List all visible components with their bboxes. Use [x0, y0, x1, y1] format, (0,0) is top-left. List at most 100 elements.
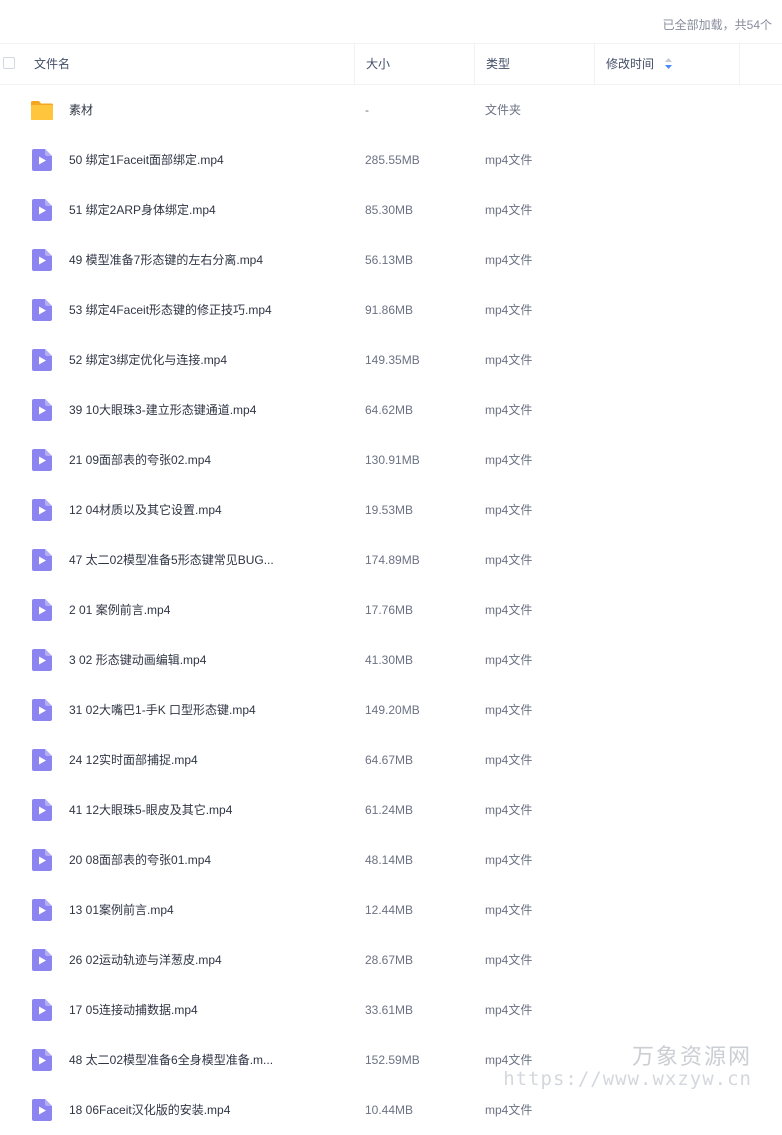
file-type: mp4文件: [485, 1003, 533, 1017]
top-status-bar: 已全部加载，共54个: [0, 0, 782, 44]
file-name[interactable]: 50 绑定1Faceit面部绑定.mp4: [69, 135, 339, 185]
file-type: mp4文件: [485, 453, 533, 467]
file-row[interactable]: 3 02 形态键动画编辑.mp4 41.30MB mp4文件: [0, 635, 782, 685]
video-file-icon: [32, 249, 52, 271]
file-name[interactable]: 52 绑定3绑定优化与连接.mp4: [69, 335, 339, 385]
video-file-icon: [32, 499, 52, 521]
file-type: mp4文件: [485, 1103, 533, 1117]
file-size: 64.62MB: [365, 403, 414, 417]
file-size: 149.20MB: [365, 703, 420, 717]
file-name[interactable]: 18 06Faceit汉化版的安装.mp4: [69, 1085, 339, 1135]
file-row[interactable]: 52 绑定3绑定优化与连接.mp4 149.35MB mp4文件: [0, 335, 782, 385]
video-file-icon: [32, 1099, 52, 1121]
file-size: -: [365, 103, 369, 117]
file-name[interactable]: 13 01案例前言.mp4: [69, 885, 339, 935]
file-row[interactable]: 12 04材质以及其它设置.mp4 19.53MB mp4文件: [0, 485, 782, 535]
video-file-icon: [32, 449, 52, 471]
file-size: 149.35MB: [365, 353, 420, 367]
file-row[interactable]: 31 02大嘴巴1-手K 口型形态键.mp4 149.20MB mp4文件: [0, 685, 782, 735]
file-name[interactable]: 2 01 案例前言.mp4: [69, 585, 339, 635]
file-row[interactable]: 47 太二02模型准备5形态键常见BUG... 174.89MB mp4文件: [0, 535, 782, 585]
video-file-icon: [32, 749, 52, 771]
file-row[interactable]: 26 02运动轨迹与洋葱皮.mp4 28.67MB mp4文件: [0, 935, 782, 985]
file-name[interactable]: 12 04材质以及其它设置.mp4: [69, 485, 339, 535]
file-type: mp4文件: [485, 653, 533, 667]
file-row[interactable]: 20 08面部表的夸张01.mp4 48.14MB mp4文件: [0, 835, 782, 885]
file-size: 56.13MB: [365, 253, 414, 267]
file-row[interactable]: 49 模型准备7形态键的左右分离.mp4 56.13MB mp4文件: [0, 235, 782, 285]
file-row[interactable]: 24 12实时面部捕捉.mp4 64.67MB mp4文件: [0, 735, 782, 785]
column-header-modified-label: 修改时间: [606, 57, 655, 71]
file-size: 285.55MB: [365, 153, 420, 167]
column-header-modified[interactable]: 修改时间: [594, 44, 740, 84]
file-name[interactable]: 48 太二02模型准备6全身模型准备.m...: [69, 1035, 339, 1085]
video-file-icon: [32, 699, 52, 721]
watermark-url: https://www.wxzyw.cn: [503, 1068, 752, 1090]
file-list-header: 文件名 大小 类型 修改时间: [0, 44, 782, 85]
select-all-checkbox[interactable]: [3, 57, 15, 69]
column-header-type[interactable]: 类型: [474, 44, 594, 84]
file-row[interactable]: 21 09面部表的夸张02.mp4 130.91MB mp4文件: [0, 435, 782, 485]
file-name[interactable]: 39 10大眼珠3-建立形态键通道.mp4: [69, 385, 339, 435]
video-file-icon: [32, 149, 52, 171]
file-size: 85.30MB: [365, 203, 414, 217]
file-row[interactable]: 50 绑定1Faceit面部绑定.mp4 285.55MB mp4文件: [0, 135, 782, 185]
video-file-icon: [32, 649, 52, 671]
column-header-name-label: 文件名: [34, 57, 71, 71]
file-size: 41.30MB: [365, 653, 414, 667]
video-file-icon: [32, 999, 52, 1021]
file-row[interactable]: 2 01 案例前言.mp4 17.76MB mp4文件: [0, 585, 782, 635]
sort-icon[interactable]: [665, 58, 673, 70]
column-header-size[interactable]: 大小: [354, 44, 474, 84]
file-name[interactable]: 3 02 形态键动画编辑.mp4: [69, 635, 339, 685]
file-row[interactable]: 素材 - 文件夹: [0, 85, 782, 135]
file-row[interactable]: 41 12大眼珠5-眼皮及其它.mp4 61.24MB mp4文件: [0, 785, 782, 835]
video-file-icon: [32, 1049, 52, 1071]
file-row[interactable]: 17 05连接动捕数据.mp4 33.61MB mp4文件: [0, 985, 782, 1035]
column-header-type-label: 类型: [486, 57, 511, 71]
file-type: mp4文件: [485, 253, 533, 267]
file-name[interactable]: 素材: [69, 85, 339, 135]
column-header-size-label: 大小: [366, 57, 391, 71]
file-row[interactable]: 51 绑定2ARP身体绑定.mp4 85.30MB mp4文件: [0, 185, 782, 235]
file-name[interactable]: 24 12实时面部捕捉.mp4: [69, 735, 339, 785]
file-name[interactable]: 47 太二02模型准备5形态键常见BUG...: [69, 535, 339, 585]
file-name[interactable]: 41 12大眼珠5-眼皮及其它.mp4: [69, 785, 339, 835]
file-name[interactable]: 20 08面部表的夸张01.mp4: [69, 835, 339, 885]
file-name[interactable]: 31 02大嘴巴1-手K 口型形态键.mp4: [69, 685, 339, 735]
video-file-icon: [32, 199, 52, 221]
file-name[interactable]: 21 09面部表的夸张02.mp4: [69, 435, 339, 485]
video-file-icon: [32, 599, 52, 621]
file-size: 19.53MB: [365, 503, 414, 517]
file-name[interactable]: 51 绑定2ARP身体绑定.mp4: [69, 185, 339, 235]
file-row[interactable]: 18 06Faceit汉化版的安装.mp4 10.44MB mp4文件: [0, 1085, 782, 1135]
file-name[interactable]: 26 02运动轨迹与洋葱皮.mp4: [69, 935, 339, 985]
file-size: 48.14MB: [365, 853, 414, 867]
column-header-name[interactable]: 文件名: [34, 44, 354, 84]
file-name[interactable]: 17 05连接动捕数据.mp4: [69, 985, 339, 1035]
load-status-text: 已全部加载，共54个: [662, 18, 772, 32]
file-type: mp4文件: [485, 403, 533, 417]
file-name[interactable]: 53 绑定4Faceit形态键的修正技巧.mp4: [69, 285, 339, 335]
video-file-icon: [32, 849, 52, 871]
file-size: 152.59MB: [365, 1053, 420, 1067]
video-file-icon: [32, 949, 52, 971]
file-size: 130.91MB: [365, 453, 420, 467]
video-file-icon: [32, 349, 52, 371]
file-size: 28.67MB: [365, 953, 414, 967]
file-list: 素材 - 文件夹 50 绑定1Faceit面部绑定.mp4 285.55MB mp4文件 5…: [0, 85, 782, 1135]
file-size: 12.44MB: [365, 903, 414, 917]
video-file-icon: [32, 549, 52, 571]
file-row[interactable]: 53 绑定4Faceit形态键的修正技巧.mp4 91.86MB mp4文件: [0, 285, 782, 335]
file-type: mp4文件: [485, 903, 533, 917]
file-name[interactable]: 49 模型准备7形态键的左右分离.mp4: [69, 235, 339, 285]
file-type: mp4文件: [485, 853, 533, 867]
file-row[interactable]: 39 10大眼珠3-建立形态键通道.mp4 64.62MB mp4文件: [0, 385, 782, 435]
file-type: mp4文件: [485, 703, 533, 717]
file-size: 10.44MB: [365, 1103, 414, 1117]
file-type: mp4文件: [485, 753, 533, 767]
file-size: 33.61MB: [365, 1003, 414, 1017]
file-size: 91.86MB: [365, 303, 414, 317]
file-type: mp4文件: [485, 203, 533, 217]
file-row[interactable]: 13 01案例前言.mp4 12.44MB mp4文件: [0, 885, 782, 935]
